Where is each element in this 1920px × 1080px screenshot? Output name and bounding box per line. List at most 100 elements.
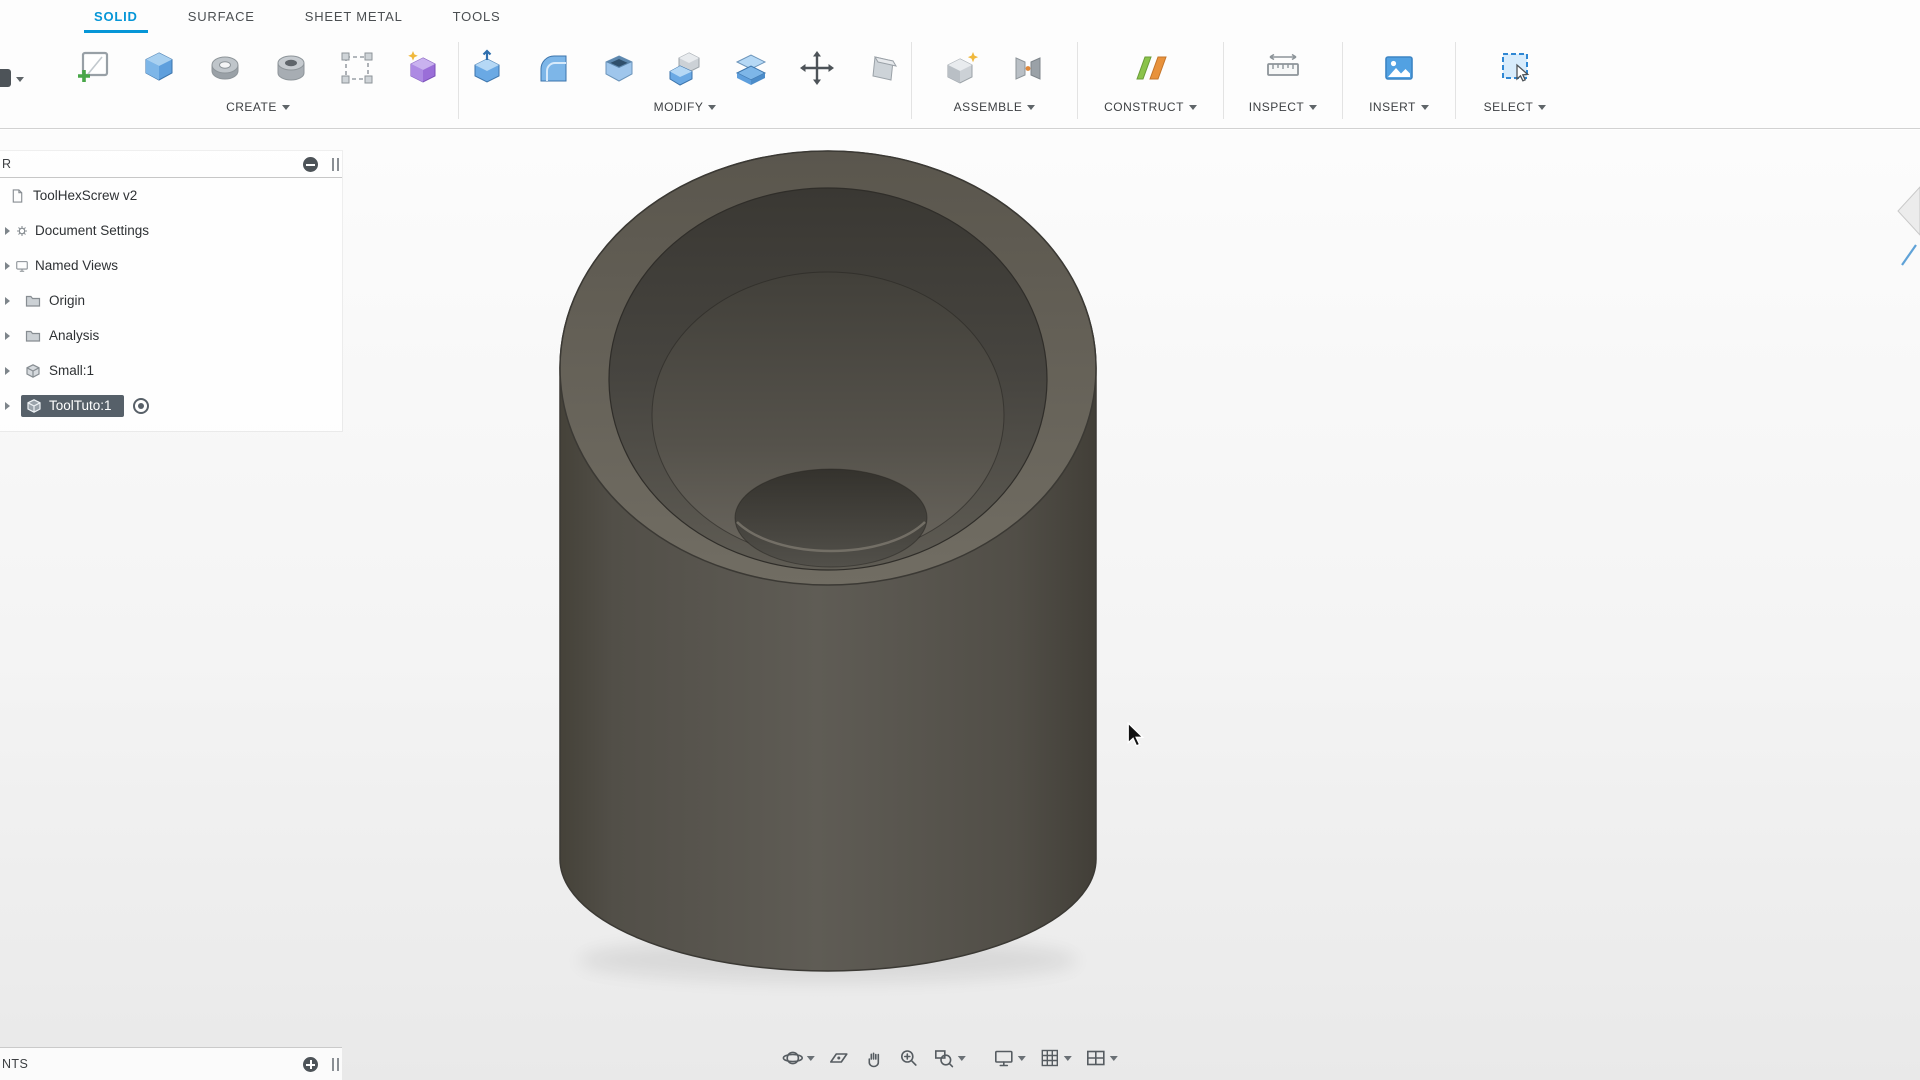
- combine-icon: [665, 48, 705, 88]
- browser-item-label: Document Settings: [35, 223, 149, 238]
- expand-chevron-icon[interactable]: [5, 402, 10, 410]
- viewcube-partial-icon: [1894, 185, 1920, 277]
- ribbon-group-modify: MODIFY: [459, 33, 911, 128]
- browser-item-small[interactable]: Small:1: [0, 353, 342, 388]
- insert-image-button[interactable]: [1376, 45, 1422, 91]
- create-sketch-button[interactable]: [70, 45, 116, 91]
- expand-chevron-icon[interactable]: [5, 262, 10, 270]
- panel-grip-icon[interactable]: [332, 158, 339, 171]
- display-settings-button[interactable]: [991, 1045, 1028, 1071]
- move-copy-button[interactable]: [794, 45, 840, 91]
- insert-group-label[interactable]: INSERT: [1369, 100, 1429, 114]
- dropdown-caret-icon: [1189, 105, 1197, 110]
- move-copy-icon: [797, 48, 837, 88]
- expand-chevron-icon[interactable]: [5, 332, 10, 340]
- folder-icon: [25, 328, 41, 343]
- browser-header-text: R: [2, 157, 11, 171]
- align-button[interactable]: [860, 45, 906, 91]
- dropdown-caret-icon: [1110, 1056, 1118, 1061]
- select-button[interactable]: [1492, 45, 1538, 91]
- select-group-label[interactable]: SELECT: [1484, 100, 1547, 114]
- browser-item-named-views[interactable]: Named Views: [0, 248, 342, 283]
- browser-item-origin[interactable]: Origin: [0, 283, 342, 318]
- new-component-button[interactable]: [939, 45, 985, 91]
- tab-sheet-metal[interactable]: SHEET METAL: [295, 0, 413, 33]
- construct-plane-icon: [1131, 48, 1171, 88]
- browser-item-document-settings[interactable]: Document Settings: [0, 213, 342, 248]
- tab-surface[interactable]: SURFACE: [178, 0, 265, 33]
- shell-button[interactable]: [596, 45, 642, 91]
- orbit-button[interactable]: [780, 1045, 817, 1071]
- browser-item-label: ToolTuto:1: [49, 398, 112, 413]
- assemble-group-icons: [939, 39, 1051, 97]
- hole-button[interactable]: [268, 45, 314, 91]
- browser-item-toolhexscrew[interactable]: ToolHexScrew v2: [0, 178, 342, 213]
- look-at-button[interactable]: [826, 1045, 852, 1071]
- create-group-label[interactable]: CREATE: [226, 100, 290, 114]
- browser-item-analysis[interactable]: Analysis: [0, 318, 342, 353]
- viewcube-partial[interactable]: [1894, 185, 1920, 277]
- split-body-button[interactable]: [728, 45, 774, 91]
- expand-chevron-icon[interactable]: [5, 297, 10, 305]
- create-form-button[interactable]: [400, 45, 446, 91]
- expand-chevron-icon[interactable]: [5, 367, 10, 375]
- tab-tools-label: TOOLS: [453, 9, 501, 24]
- press-pull-icon: [467, 48, 507, 88]
- construct-group-label[interactable]: CONSTRUCT: [1104, 100, 1197, 114]
- dropdown-caret-icon: [1538, 105, 1546, 110]
- joint-icon: [1008, 48, 1048, 88]
- fit-icon: [933, 1047, 955, 1069]
- view-navigation-bar: [780, 1045, 1120, 1071]
- construct-plane-button[interactable]: [1128, 45, 1174, 91]
- radio-dot: [138, 403, 144, 409]
- orbit-icon: [782, 1047, 804, 1069]
- extrude-icon: [139, 48, 179, 88]
- ribbon-group-construct: CONSTRUCT: [1078, 33, 1223, 128]
- pan-button[interactable]: [861, 1045, 887, 1071]
- file-menu-area: [0, 33, 58, 128]
- activate-component-radio[interactable]: [133, 398, 149, 414]
- new-component-icon: [942, 48, 982, 88]
- insert-image-icon: [1379, 48, 1419, 88]
- measure-button[interactable]: [1260, 45, 1306, 91]
- browser-item-tooltuto[interactable]: ToolTuto:1: [0, 388, 342, 423]
- joint-button[interactable]: [1005, 45, 1051, 91]
- component-cube-icon: [26, 398, 42, 414]
- combine-button[interactable]: [662, 45, 708, 91]
- browser-item-label: Small:1: [49, 363, 94, 378]
- top-toolbar: SOLID SURFACE SHEET METAL TOOLS: [0, 0, 1920, 129]
- viewports-button[interactable]: [1083, 1045, 1120, 1071]
- file-menu-icon[interactable]: [0, 69, 11, 87]
- tab-tools[interactable]: TOOLS: [443, 0, 511, 33]
- pattern-button[interactable]: [334, 45, 380, 91]
- expand-chevron-icon[interactable]: [5, 227, 10, 235]
- dropdown-caret-icon: [708, 105, 716, 110]
- panel-grip-icon[interactable]: [332, 1058, 339, 1071]
- modify-group-label[interactable]: MODIFY: [654, 100, 717, 114]
- select-group-label-text: SELECT: [1484, 100, 1534, 114]
- settings-gear-icon: [15, 224, 29, 238]
- press-pull-button[interactable]: [464, 45, 510, 91]
- create-group-label-text: CREATE: [226, 100, 277, 114]
- ribbon-group-select: SELECT: [1456, 33, 1574, 128]
- comments-expand-button[interactable]: [303, 1057, 318, 1072]
- fit-button[interactable]: [931, 1045, 968, 1071]
- viewport-canvas[interactable]: R ToolHexScrew v2 Document Settings: [0, 130, 1920, 1080]
- browser-panel: R ToolHexScrew v2 Document Settings: [0, 151, 342, 431]
- ribbon-group-create: CREATE: [58, 33, 458, 128]
- file-menu-caret-icon[interactable]: [16, 77, 24, 82]
- assemble-group-label[interactable]: ASSEMBLE: [954, 100, 1036, 114]
- tab-solid[interactable]: SOLID: [84, 0, 148, 33]
- ribbon-group-assemble: ASSEMBLE: [912, 33, 1077, 128]
- ribbon-group-insert: INSERT: [1343, 33, 1455, 128]
- measure-icon: [1263, 48, 1303, 88]
- model-cylinder[interactable]: [560, 151, 1096, 971]
- zoom-button[interactable]: [896, 1045, 922, 1071]
- fillet-button[interactable]: [530, 45, 576, 91]
- browser-item-label: Analysis: [49, 328, 99, 343]
- revolve-button[interactable]: [202, 45, 248, 91]
- inspect-group-label[interactable]: INSPECT: [1249, 100, 1318, 114]
- extrude-button[interactable]: [136, 45, 182, 91]
- browser-collapse-button[interactable]: [303, 157, 318, 172]
- grid-snaps-button[interactable]: [1037, 1045, 1074, 1071]
